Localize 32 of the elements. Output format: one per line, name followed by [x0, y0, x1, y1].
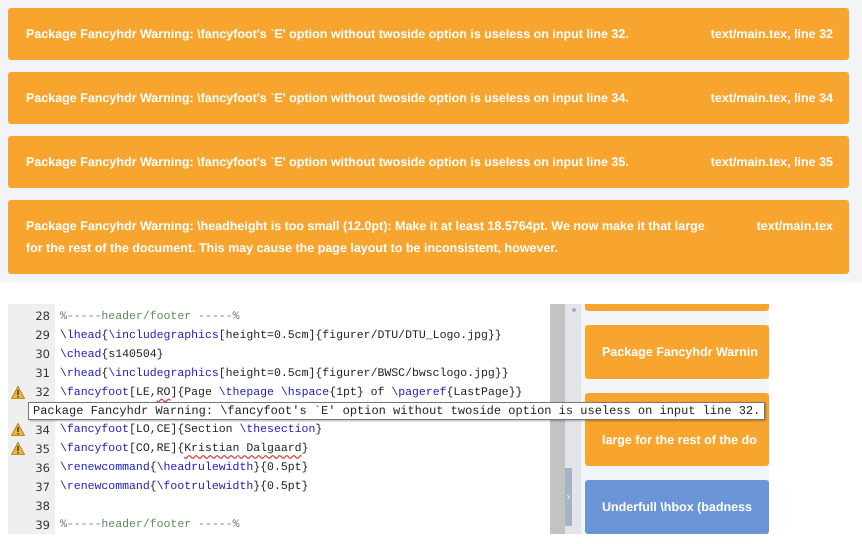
line-number: 37: [35, 480, 50, 494]
line-number: 28: [35, 309, 50, 324]
log-message[interactable]: Underfull \hbox (badness: [585, 480, 769, 534]
line-number: 35: [35, 442, 50, 456]
line-number: 31: [35, 366, 50, 380]
code-line: \renewcommand{\headrulewidth}{0.5pt}: [59, 461, 308, 474]
line-number: 36: [35, 460, 50, 475]
warning-message[interactable]: Package Fancyhdr Warning: \fancyfoot's `E' option without twoside option is useless on input line 35. text/main.tex, line 35: [8, 136, 849, 188]
line-number: 34: [35, 422, 50, 437]
code-line: \rhead{\includegraphics[height=0.5cm]{figurer/BWSC/bwsclogo.jpg}}: [59, 366, 509, 380]
warning-tooltip: Package Fancyhdr Warning: \fancyfoot's `E' option without twoside option is useless on input line 32.: [28, 402, 766, 420]
line-number: 38: [35, 498, 50, 513]
expand-handle[interactable]: ›: [565, 468, 572, 526]
code-line: %-----header/footer -----%: [59, 518, 240, 532]
warning-message[interactable]: Package Fancyhdr Warning: \fancyfoot's `E' option without twoside option is useless on input line 32. text/main.tex, line 32: [8, 8, 849, 60]
log-message[interactable]: Package Fancyhdr Warnin: [585, 324, 769, 379]
code-line: \fancyfoot[CO,RE]{Kristian Dalgaard}: [59, 442, 308, 456]
code-line: \fancyfoot[LE,RO]{Page \thepage \hspace{1pt} of \pageref{LastPage}}: [59, 386, 522, 399]
warning-icon: [11, 423, 25, 436]
code-line: \renewcommand{\footrulewidth}{0.5pt}: [59, 480, 308, 494]
code-line: %-----header/footer -----%: [59, 310, 240, 323]
warning-icon: [11, 386, 25, 399]
line-number: 39: [35, 518, 50, 532]
code-line: \chead{s140504}: [59, 348, 164, 361]
line-number: 30: [35, 347, 50, 362]
code-line: \lhead{\includegraphics[height=0.5cm]{figurer/DTU/DTU_Logo.jpg}}: [59, 328, 502, 342]
code-line: \fancyfoot[LO,CE]{Section \thesection}: [59, 423, 322, 436]
warning-message[interactable]: Package Fancyhdr Warning: \fancyfoot's `E' option without twoside option is useless on input line 34. text/main.tex, line 34: [8, 72, 849, 124]
warning-message[interactable]: Package Fancyhdr Warning: \headheight is too small (12.0pt): Make it at least 18.5764pt. We now make it that large for the rest of the document. This may cause the page layout to be inconsistent, however. text/main.tex: [8, 200, 849, 274]
line-number: 29: [35, 328, 50, 342]
line-number: 32: [35, 385, 50, 400]
warning-icon: [11, 442, 25, 456]
